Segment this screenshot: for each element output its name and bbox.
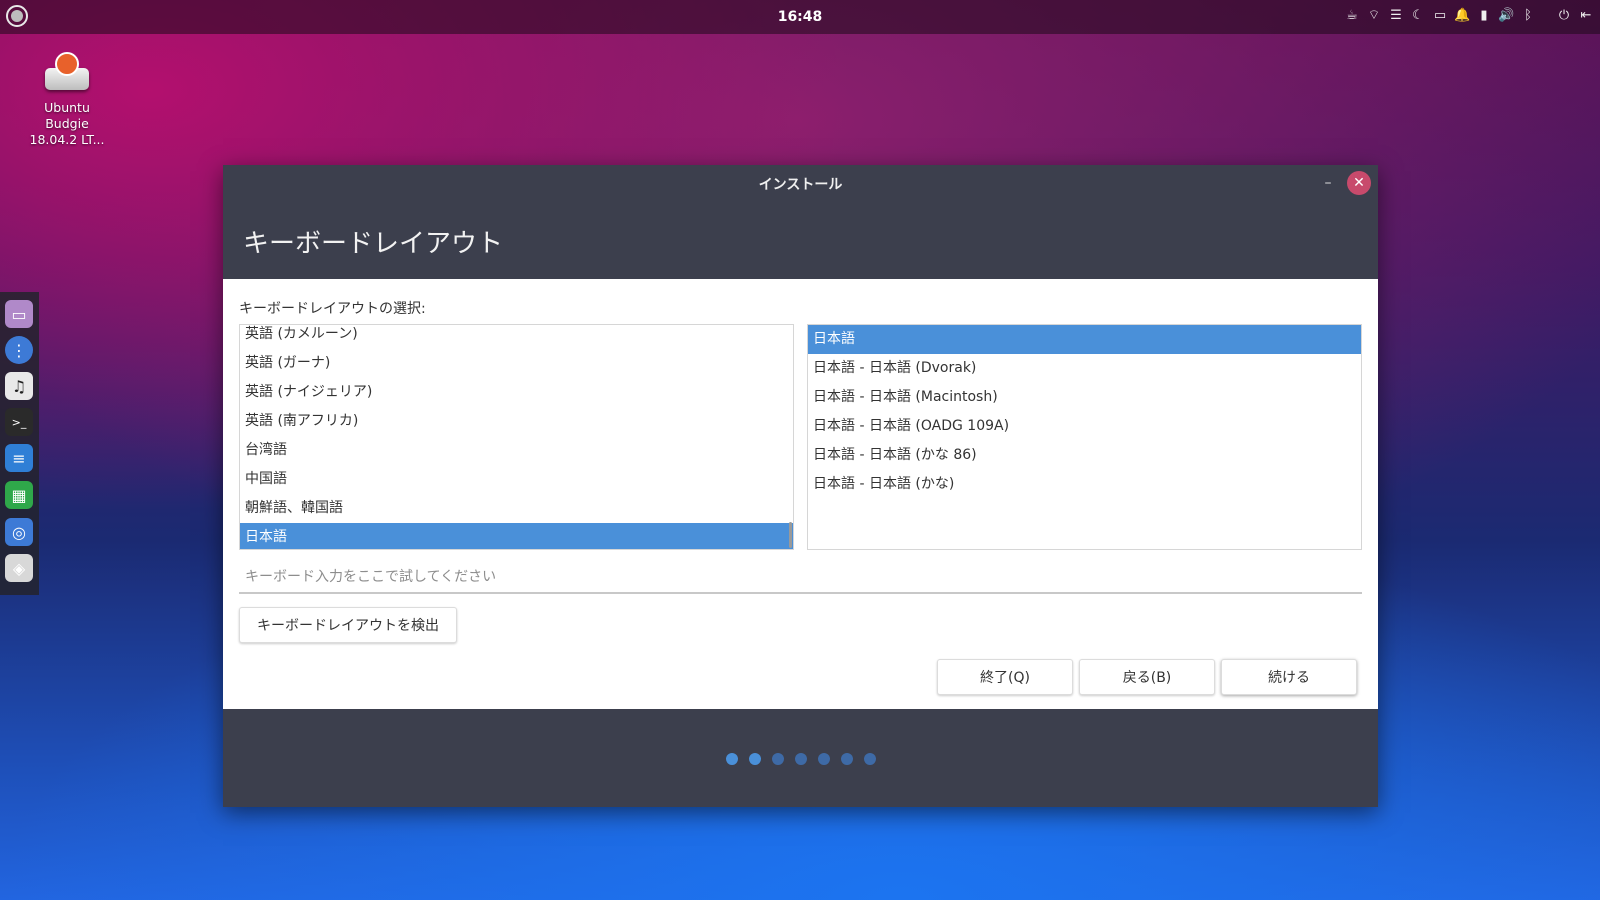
tray-separator [1542,8,1550,24]
list-item[interactable]: 日本語 - 日本語 (かな 86) [808,441,1361,470]
close-button[interactable]: ✕ [1347,171,1371,195]
folder-icon[interactable]: ▭ [1432,8,1448,24]
night-light-icon[interactable]: ☾ [1410,8,1426,24]
list-item-selected[interactable]: 日本語 [808,325,1361,354]
app-menu-icon[interactable]: ⋮ [5,336,33,364]
progress-dot [771,753,784,765]
variant-list[interactable]: 日本語 日本語 - 日本語 (Dvorak) 日本語 - 日本語 (Macint… [807,324,1362,550]
installer-disk-icon [43,50,91,94]
list-item[interactable]: 英語 (カメルーン) [240,325,793,349]
list-item[interactable]: 英語 (ナイジェリア) [240,378,793,407]
minimize-button[interactable]: – [1318,173,1338,193]
power-icon[interactable]: ⏻ [1556,8,1572,24]
continue-button[interactable]: 続ける [1221,659,1357,695]
files-icon[interactable]: ▭ [5,300,33,328]
window-title: インストール [758,177,843,193]
progress-dot [863,753,876,765]
dock: ▭ ⋮ ♫ >_ ≡ ▦ ◎ ◈ [0,292,39,595]
progress-dots [223,753,1378,765]
progress-dot [794,753,807,765]
list-item[interactable]: 日本語 - 日本語 (かな) [808,470,1361,499]
notification-icon[interactable]: 🔔 [1454,8,1470,24]
menu-icon[interactable]: ☰ [1388,8,1404,24]
progress-dot [817,753,830,765]
music-icon[interactable]: ♫ [5,372,33,400]
list-item[interactable]: 中国語 [240,465,793,494]
logout-icon[interactable]: ⇤ [1578,8,1594,24]
list-item-selected[interactable]: 日本語 [240,523,793,549]
desktop-installer-shortcut[interactable]: Ubuntu Budgie 18.04.2 LT... [22,50,112,148]
titlebar[interactable]: インストール – ✕ [223,165,1378,201]
battery-icon[interactable]: ▮ [1476,8,1492,24]
list-item[interactable]: 台湾語 [240,436,793,465]
wifi-icon[interactable]: ⌔ [1366,8,1382,24]
scrollbar[interactable] [789,522,792,548]
language-list[interactable]: 英語 (カメルーン) 英語 (ガーナ) 英語 (ナイジェリア) 英語 (南アフリ… [239,324,794,550]
back-button[interactable]: 戻る(B) [1079,659,1215,695]
progress-dot [748,753,761,765]
progress-dot [840,753,853,765]
desktop-icon-label-2: Budgie [45,116,89,131]
desktop-icon-label-3: 18.04.2 LT... [29,132,105,147]
bluetooth-icon[interactable]: ᛒ [1520,8,1536,24]
progress-dot [725,753,738,765]
writer-icon[interactable]: ≡ [5,444,33,472]
list-item[interactable]: 日本語 - 日本語 (Macintosh) [808,383,1361,412]
list-item[interactable]: 日本語 - 日本語 (Dvorak) [808,354,1361,383]
top-panel: 16:48 ☕ ⌔ ☰ ☾ ▭ 🔔 ▮ 🔊 ᛒ ⏻ ⇤ [0,0,1600,34]
installer-icon[interactable]: ◈ [5,554,33,582]
chrome-icon[interactable]: ◎ [5,518,33,546]
calc-icon[interactable]: ▦ [5,481,33,509]
coffee-icon[interactable]: ☕ [1344,8,1360,24]
content-area: キーボードレイアウトの選択: 英語 (カメルーン) 英語 (ガーナ) 英語 (ナ… [223,279,1378,709]
list-item[interactable]: 日本語 - 日本語 (OADG 109A) [808,412,1361,441]
layout-prompt: キーボードレイアウトの選択: [239,301,426,317]
system-tray: ☕ ⌔ ☰ ☾ ▭ 🔔 ▮ 🔊 ᛒ ⏻ ⇤ [1344,8,1594,24]
quit-button[interactable]: 終了(Q) [937,659,1073,695]
list-item[interactable]: 朝鮮語、韓国語 [240,494,793,523]
detect-layout-button[interactable]: キーボードレイアウトを検出 [239,607,457,643]
volume-icon[interactable]: 🔊 [1498,8,1514,24]
list-item[interactable]: 英語 (ガーナ) [240,349,793,378]
installer-window: インストール – ✕ キーボードレイアウト キーボードレイアウトの選択: 英語 … [223,165,1378,807]
list-item[interactable]: 英語 (南アフリカ) [240,407,793,436]
terminal-icon[interactable]: >_ [5,408,33,436]
keyboard-test-input[interactable] [239,562,1362,594]
desktop-icon-label-1: Ubuntu [44,100,90,115]
page-title: キーボードレイアウト [243,229,504,259]
